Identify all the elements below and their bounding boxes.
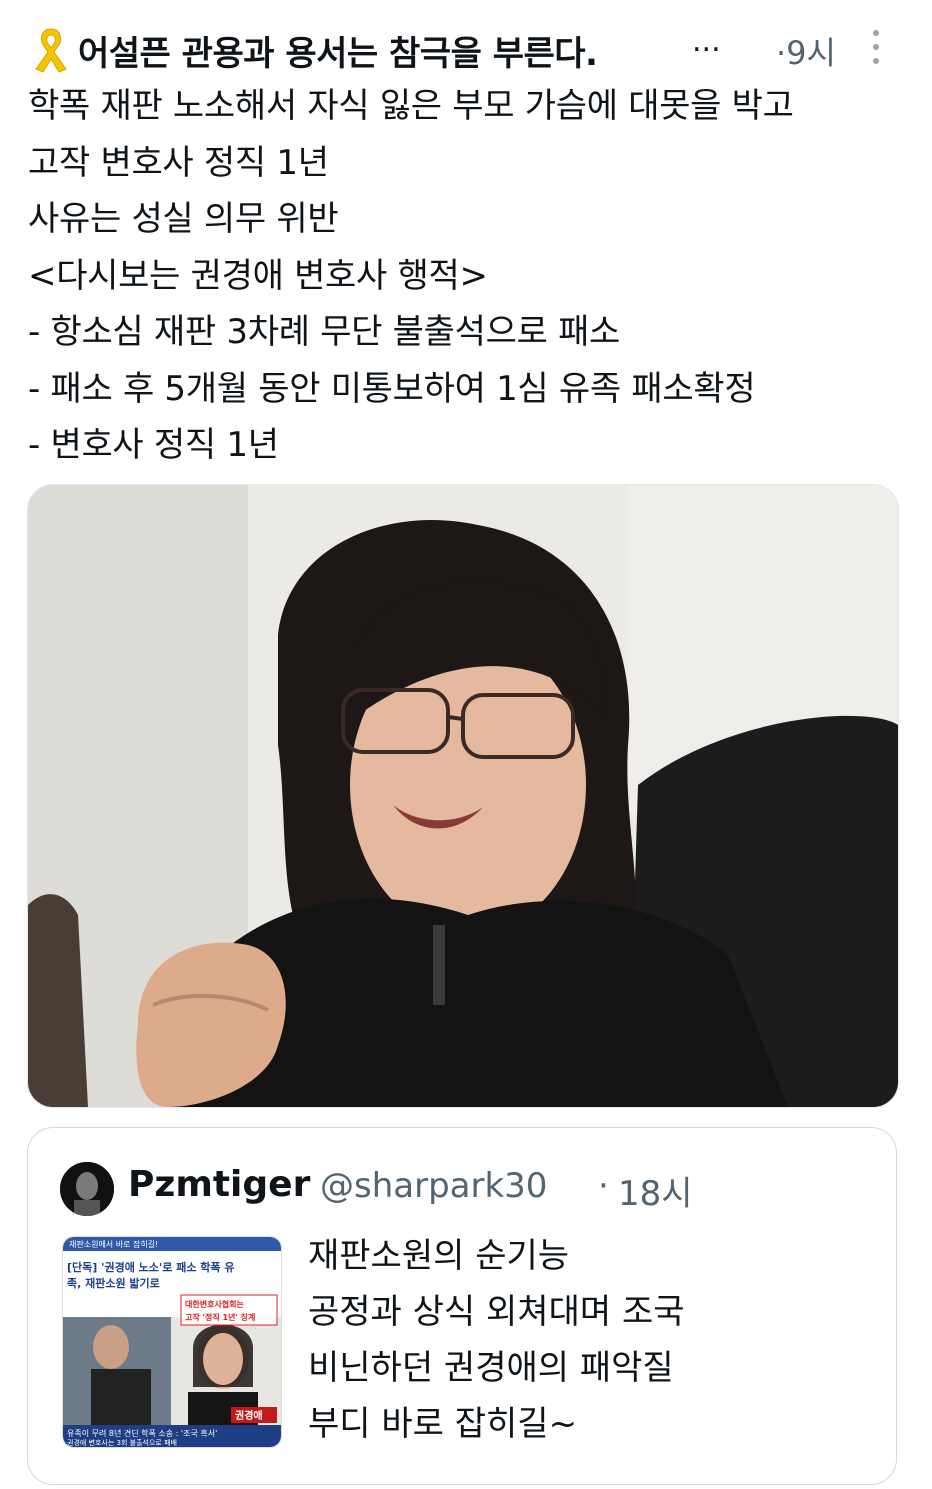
yellow-ribbon-icon — [35, 28, 67, 73]
quoted-line: 비닌하던 권경애의 패악질 — [308, 1348, 674, 1388]
tweet-line: 고작 변호사 정직 1년 — [28, 142, 329, 183]
thumb-caption: 유족이 무려 8년 견딘 학폭 소송 : '조국 흑서' — [67, 1428, 217, 1438]
tweet-line: - 변호사 정직 1년 — [28, 425, 279, 465]
more-vertical-icon[interactable] — [864, 30, 888, 70]
tweet-line: 학폭 재판 노소해서 자식 잃은 부모 가슴에 대못을 박고 — [28, 86, 794, 126]
thumb-name-tag: 권경애 — [235, 1409, 263, 1422]
quoted-timestamp[interactable]: 18시 — [618, 1166, 693, 1215]
thumb-badge: 대한변호사협회는 — [185, 1299, 245, 1309]
tweet-timestamp[interactable]: ·9시 — [776, 28, 836, 74]
thumb-headline: [단독] '권경애 노소'로 패소 학폭 유 — [67, 1260, 235, 1274]
author-name[interactable]: 어설픈 관용과 용서는 참극을 부른다. — [78, 26, 598, 75]
avatar[interactable] — [60, 1162, 114, 1216]
thumb-caption: 권경애 변호사는 3회 불출석으로 패배 — [67, 1438, 177, 1447]
quoted-line: 재판소원의 순기능 — [308, 1236, 570, 1276]
thumb-headline: 족, 재판소원 밟기로 — [67, 1276, 160, 1290]
quoted-line: 부디 바로 잡히길~ — [308, 1404, 578, 1444]
tweet-text: 학폭 재판 노소해서 자식 잃은 부모 가슴에 대못을 박고 고작 변호사 정직… — [28, 78, 908, 474]
quoted-line: 공정과 상식 외쳐대며 조국 — [308, 1292, 685, 1332]
thumb-badge: 고작 '정직 1년' 징계 — [185, 1312, 255, 1322]
quoted-thumbnail[interactable]: 재판소원에서 바로 잡히길! [단독] '권경애 노소'로 패소 학폭 유 족,… — [62, 1236, 282, 1448]
quoted-author-handle[interactable]: @sharpark30 — [320, 1166, 547, 1206]
news-capture-image: 재판소원에서 바로 잡히길! [단독] '권경애 노소'로 패소 학폭 유 족,… — [63, 1237, 281, 1447]
tweet-photo[interactable] — [27, 484, 899, 1108]
quoted-author-name[interactable]: Pzmtiger — [128, 1164, 310, 1205]
tweet-line: <다시보는 권경애 변호사 행적> — [28, 255, 488, 296]
quoted-text: 재판소원의 순기능 공정과 상식 외쳐대며 조국 비닌하던 권경애의 패악질 부… — [308, 1228, 868, 1452]
thumb-top-bar: 재판소원에서 바로 잡히길! — [69, 1239, 158, 1249]
quoted-tweet[interactable]: Pzmtiger @sharpark30 · 18시 재판소원에서 바로 잡히길… — [27, 1127, 897, 1485]
name-truncation: ... — [692, 24, 721, 59]
photo-illustration — [28, 485, 898, 1107]
tweet-line: - 패소 후 5개월 동안 미통보하여 1심 유족 패소확정 — [28, 368, 756, 409]
tweet-line: - 항소심 재판 3차례 무단 불출석으로 패소 — [28, 312, 621, 352]
tweet-header: 어설픈 관용과 용서는 참극을 부른다. ... ·9시 — [28, 22, 904, 74]
separator-dot: · — [598, 1166, 609, 1206]
tweet-line: 사유는 성실 의무 위반 — [28, 199, 339, 239]
